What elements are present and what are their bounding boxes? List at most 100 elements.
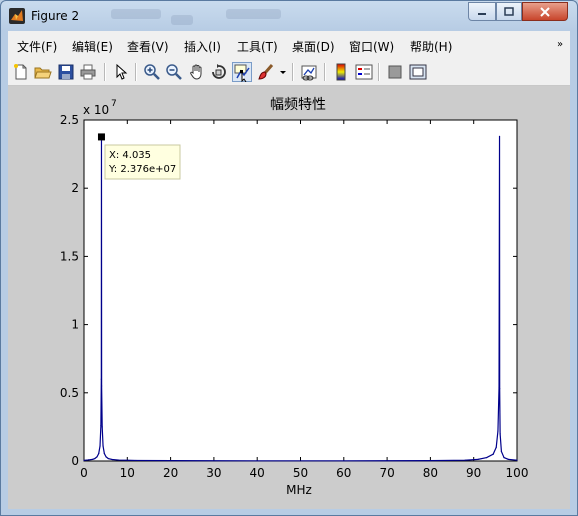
- menu-view[interactable]: 查看(V): [127, 38, 169, 55]
- menu-edit[interactable]: 编辑(E): [72, 38, 113, 55]
- save-disk-icon: [58, 64, 74, 80]
- save-button[interactable]: [56, 62, 76, 82]
- data-tip-x: X: 4.035: [109, 150, 151, 161]
- menu-desktop[interactable]: 桌面(D): [292, 38, 335, 55]
- toolbar-separator: [135, 63, 137, 81]
- y-exponent-power: 7: [111, 99, 117, 109]
- rotate-3d-button[interactable]: [209, 62, 229, 82]
- link-plot-button[interactable]: [299, 62, 319, 82]
- data-point: [497, 430, 499, 432]
- print-button[interactable]: [78, 62, 98, 82]
- title-bar[interactable]: Figure 2: [1, 1, 577, 31]
- data-cursor-button[interactable]: [232, 62, 252, 82]
- data-point: [100, 378, 102, 380]
- data-point: [103, 452, 105, 455]
- x-tick-label: 0: [80, 466, 88, 480]
- x-tick-label: 80: [423, 466, 438, 480]
- legend-icon: [355, 64, 373, 80]
- y-tick-label: 1: [71, 318, 79, 332]
- data-point: [343, 460, 345, 462]
- blurred-background-text: [111, 9, 161, 19]
- data-point: [94, 457, 96, 460]
- figure-window: Figure 2 文件(F) 编辑(E) 查看(V) 插入(I) 工具(T) 桌…: [0, 0, 578, 516]
- data-point: [170, 460, 172, 462]
- zoom-out-button[interactable]: [164, 62, 184, 82]
- link-plot-icon: [301, 65, 317, 81]
- open-file-button[interactable]: [33, 62, 53, 82]
- data-point: [498, 386, 500, 388]
- x-axis-label: MHz: [286, 483, 312, 497]
- arrow-cursor-icon: [116, 63, 128, 80]
- data-cursor-icon: [234, 64, 250, 82]
- show-plot-tools-button[interactable]: [408, 62, 428, 82]
- data-point: [492, 453, 494, 455]
- blurred-background-text: [171, 15, 193, 25]
- hide-plot-tools-icon: [388, 65, 402, 79]
- zoom-in-icon: [144, 64, 160, 80]
- menu-help[interactable]: 帮助(H): [410, 38, 452, 55]
- data-point: [429, 460, 431, 462]
- figure-canvas[interactable]: 0 10 20 30 40 50 60 70 80 90 100 0 0.5 1 1.5 2 2.5 幅频特性 …: [8, 86, 570, 509]
- data-point: [516, 459, 518, 461]
- data-point: [499, 433, 501, 435]
- data-point: [87, 459, 89, 461]
- data-point: [101, 385, 103, 387]
- insert-legend-button[interactable]: [354, 62, 374, 82]
- colorbar-icon: [336, 63, 346, 81]
- show-plot-tools-icon: [409, 64, 427, 80]
- new-figure-button[interactable]: [11, 62, 31, 82]
- toolbar-separator: [104, 63, 106, 81]
- menu-file[interactable]: 文件(F): [17, 38, 57, 55]
- menu-tools[interactable]: 工具(T): [237, 38, 278, 55]
- data-point: [498, 135, 501, 137]
- x-tick-label: 20: [163, 466, 178, 480]
- x-tick-label: 50: [293, 466, 308, 480]
- brush-dropdown-button[interactable]: [278, 62, 288, 82]
- pan-button[interactable]: [187, 62, 207, 82]
- data-point: [102, 445, 104, 447]
- brush-button[interactable]: [256, 62, 276, 82]
- data-tip-marker[interactable]: [97, 133, 105, 141]
- data-point: [500, 450, 503, 453]
- menu-bar: 文件(F) 编辑(E) 查看(V) 插入(I) 工具(T) 桌面(D) 窗口(W…: [8, 31, 570, 60]
- toolbar-separator: [378, 63, 380, 81]
- data-point: [464, 459, 466, 461]
- minimize-button[interactable]: [468, 2, 496, 21]
- blurred-background-text: [226, 9, 281, 19]
- menu-window[interactable]: 窗口(W): [349, 38, 394, 55]
- data-point: [256, 460, 258, 462]
- rotate-3d-icon: [212, 64, 226, 79]
- y-tick-label: 0: [71, 454, 79, 468]
- data-point: [96, 456, 98, 458]
- minimize-icon: [478, 12, 486, 15]
- data-point: [495, 446, 497, 448]
- x-tick-label: 100: [506, 466, 529, 480]
- menu-insert[interactable]: 插入(I): [184, 38, 221, 55]
- edit-plot-button[interactable]: [111, 62, 131, 82]
- figure-toolbar: [8, 59, 570, 86]
- maximize-button[interactable]: [496, 2, 522, 21]
- insert-colorbar-button[interactable]: [331, 62, 351, 82]
- data-point: [507, 458, 509, 460]
- printer-icon: [80, 64, 96, 80]
- data-point: [503, 456, 505, 459]
- data-point: [107, 457, 109, 460]
- brush-icon: [258, 64, 274, 80]
- new-document-icon: [14, 64, 27, 80]
- close-button[interactable]: [522, 2, 568, 21]
- chevron-double-icon[interactable]: »: [557, 39, 563, 50]
- zoom-in-button[interactable]: [142, 62, 162, 82]
- y-exponent-label: x 10: [83, 103, 109, 117]
- toolbar-separator: [292, 63, 294, 81]
- matlab-logo-icon: [9, 8, 25, 24]
- x-tick-label: 30: [206, 466, 221, 480]
- y-tick-label: 2.5: [60, 113, 79, 127]
- maximize-icon: [504, 7, 514, 16]
- zoom-out-icon: [166, 64, 182, 80]
- y-tick-label: 2: [71, 181, 79, 195]
- plot-svg[interactable]: 0 10 20 30 40 50 60 70 80 90 10000.511.522.5 幅频特性 …: [8, 86, 570, 509]
- x-tick-label: 90: [466, 466, 481, 480]
- hand-pan-icon: [190, 64, 202, 80]
- hide-plot-tools-button[interactable]: [385, 62, 405, 82]
- data-point: [477, 458, 479, 460]
